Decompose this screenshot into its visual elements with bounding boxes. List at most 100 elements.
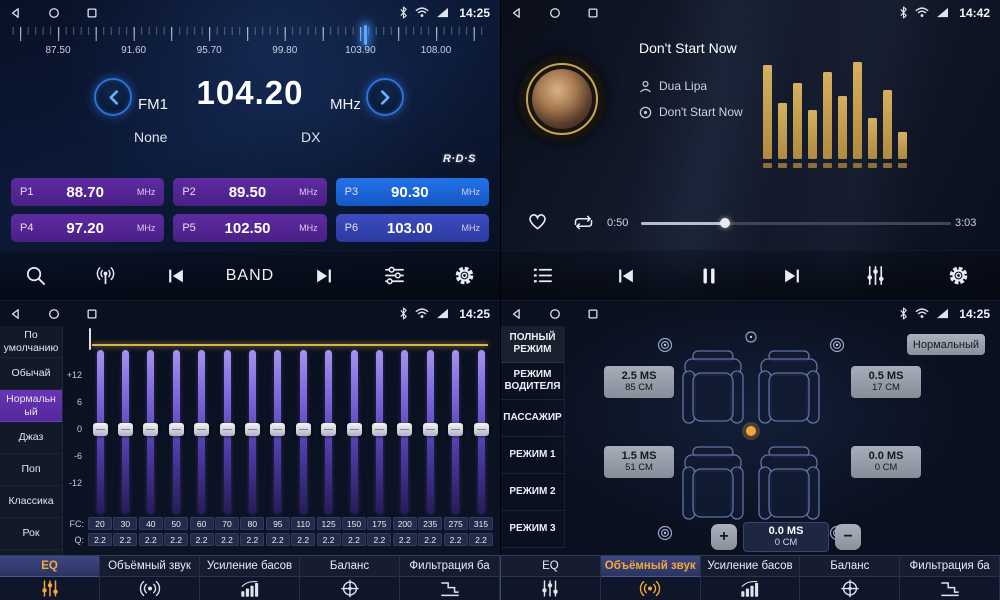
next-track-icon[interactable] (771, 255, 813, 297)
eq-band-handle[interactable] (397, 423, 412, 436)
elapsed-time: 0:50 (607, 217, 628, 229)
next-track-icon[interactable] (303, 255, 345, 297)
search-icon[interactable] (14, 255, 56, 297)
eq-band-handle[interactable] (423, 423, 438, 436)
frequency-scale[interactable]: 87.5091.6095.7099.80103.90108.00 (12, 27, 488, 63)
mixer-icon[interactable] (854, 255, 896, 297)
favorite-heart-icon[interactable] (526, 210, 549, 231)
home-icon[interactable] (48, 308, 60, 320)
listening-mode-5[interactable]: РЕЖИМ 3 (501, 511, 564, 548)
band-button[interactable]: BAND (226, 267, 274, 285)
tab-right-3[interactable]: Баланс (800, 556, 900, 600)
tab-right-0[interactable]: EQ (501, 556, 601, 600)
eq-band-handle[interactable] (220, 423, 235, 436)
home-icon[interactable] (48, 7, 60, 19)
delay-decrease-button[interactable]: − (835, 524, 861, 550)
eq-band-handle[interactable] (93, 423, 108, 436)
recents-icon[interactable] (587, 308, 599, 320)
tab-right-2[interactable]: Усиление басов (701, 556, 801, 600)
eq-band-handle[interactable] (474, 423, 489, 436)
repeat-icon[interactable] (571, 214, 596, 231)
visualizer-bar (883, 66, 892, 168)
seek-bar-fill (641, 222, 725, 225)
dx-mode-label: DX (301, 129, 320, 145)
tab-left-0[interactable]: EQ (0, 556, 100, 600)
back-icon[interactable] (511, 7, 523, 19)
delay-ms: 0.5 MS (869, 370, 904, 383)
preset-id: P1 (20, 186, 33, 198)
preset-id: P4 (20, 222, 33, 234)
tab-left-2[interactable]: Усиление басов (200, 556, 300, 600)
tab-left-3[interactable]: Баланс (300, 556, 400, 600)
tab-right-1[interactable]: Объёмный звук (601, 556, 701, 600)
listening-mode-3[interactable]: РЕЖИМ 1 (501, 437, 564, 474)
delay-rear-right-button[interactable]: 0.0 MS 0 СМ (851, 446, 921, 478)
eq-band-handle[interactable] (347, 423, 362, 436)
status-time: 14:25 (959, 307, 990, 321)
queue-icon[interactable] (522, 255, 564, 297)
tune-down-button[interactable] (94, 78, 132, 116)
back-icon[interactable] (10, 308, 22, 320)
listening-mode-2[interactable]: ПАССАЖИР (501, 400, 564, 437)
seek-bar-knob[interactable] (720, 218, 730, 228)
tab-right-4[interactable]: Фильтрация ба (900, 556, 1000, 600)
eq-band-handle[interactable] (372, 423, 387, 436)
preset-button-p4[interactable]: P497.20MHz (11, 214, 164, 242)
preset-unit: MHz (461, 223, 480, 233)
surround-preset-button[interactable]: Нормальный (907, 334, 985, 355)
filter-icon (900, 577, 999, 600)
settings-gear-icon[interactable] (937, 255, 979, 297)
preset-button-p5[interactable]: P5102.50MHz (173, 214, 326, 242)
pause-icon[interactable] (688, 255, 730, 297)
recents-icon[interactable] (86, 7, 98, 19)
band-q-value: 2.2 (215, 533, 239, 546)
eq-band-handle[interactable] (143, 423, 158, 436)
tab-label: Объёмный звук (100, 556, 199, 577)
delay-increase-button[interactable]: + (711, 524, 737, 550)
preset-id: P2 (182, 186, 195, 198)
seek-bar[interactable] (641, 222, 951, 225)
delay-cm: 85 СМ (625, 383, 653, 394)
settings-gear-icon[interactable] (444, 255, 486, 297)
wifi-icon (915, 308, 929, 319)
visualizer-bar (838, 66, 847, 168)
band-q-value: 2.2 (240, 533, 264, 546)
eq-band-handle[interactable] (296, 423, 311, 436)
prev-track-icon[interactable] (155, 255, 197, 297)
band-fc-value: 20 (88, 517, 112, 530)
eq-band-handle[interactable] (321, 423, 336, 436)
preset-button-p1[interactable]: P188.70MHz (11, 178, 164, 206)
recents-icon[interactable] (587, 7, 599, 19)
tab-left-1[interactable]: Объёмный звук (100, 556, 200, 600)
prev-track-icon[interactable] (605, 255, 647, 297)
preset-button-p2[interactable]: P289.50MHz (173, 178, 326, 206)
fc-row-label: FC: (58, 519, 84, 529)
tab-label: Усиление басов (200, 556, 299, 577)
listening-mode-1[interactable]: РЕЖИМ ВОДИТЕЛЯ (501, 363, 564, 400)
eq-band-handle[interactable] (448, 423, 463, 436)
listening-mode-4[interactable]: РЕЖИМ 2 (501, 474, 564, 511)
tab-left-4[interactable]: Фильтрация ба (400, 556, 500, 600)
band-q-value: 2.2 (469, 533, 493, 546)
recents-icon[interactable] (86, 308, 98, 320)
delay-front-left-button[interactable]: 2.5 MS 85 СМ (604, 366, 674, 398)
preset-button-p6[interactable]: P6103.00MHz (336, 214, 489, 242)
tune-up-button[interactable] (366, 78, 404, 116)
eq-band-handle[interactable] (194, 423, 209, 436)
audio-tune-icon[interactable] (373, 255, 415, 297)
home-icon[interactable] (549, 7, 561, 19)
eq-band-handle[interactable] (245, 423, 260, 436)
preset-button-p3[interactable]: P390.30MHz (336, 178, 489, 206)
home-icon[interactable] (549, 308, 561, 320)
radio-broadcast-icon[interactable] (85, 255, 127, 297)
eq-band-handle[interactable] (118, 423, 133, 436)
band-q-value: 2.2 (342, 533, 366, 546)
delay-rear-left-button[interactable]: 1.5 MS 51 СМ (604, 446, 674, 478)
eq-band-handle[interactable] (270, 423, 285, 436)
listening-mode-0[interactable]: ПОЛНЫЙ РЕЖИМ (501, 326, 564, 363)
back-icon[interactable] (511, 308, 523, 320)
status-icons: 14:42 (899, 6, 990, 20)
eq-band-handle[interactable] (169, 423, 184, 436)
back-icon[interactable] (10, 7, 22, 19)
delay-front-right-button[interactable]: 0.5 MS 17 СМ (851, 366, 921, 398)
